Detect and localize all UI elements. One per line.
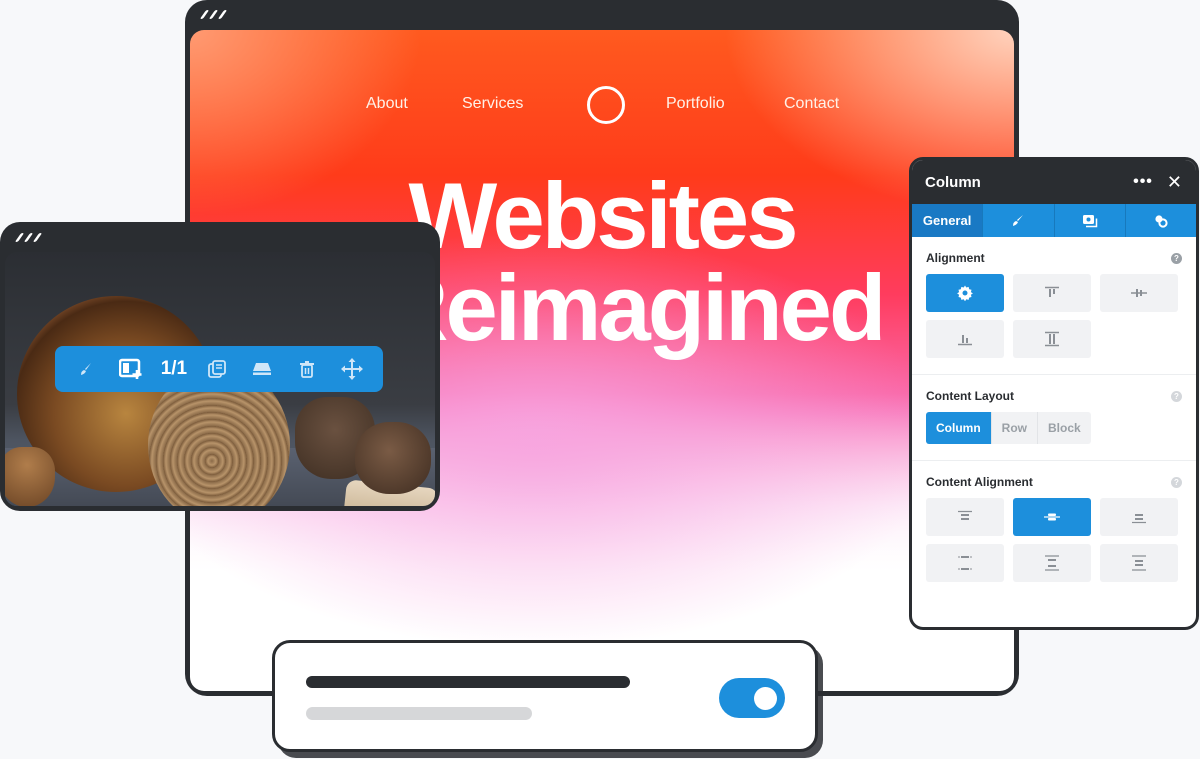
layout-column-button[interactable]: Column: [926, 412, 992, 444]
justify-space-between-icon: [1045, 555, 1059, 571]
align-bottom-icon: [958, 335, 972, 346]
nav-link-portfolio[interactable]: Portfolio: [666, 95, 725, 113]
content-alignment-section: Content Alignment ?: [912, 461, 1196, 598]
tab-style[interactable]: [983, 204, 1055, 237]
advanced-icon: [1155, 214, 1168, 228]
tab-general-label: General: [922, 213, 972, 228]
setting-toggle-card: [272, 640, 818, 752]
panel-title: Column: [925, 173, 981, 191]
nav-link-services[interactable]: Services: [462, 95, 523, 113]
nav-link-about[interactable]: About: [366, 95, 408, 113]
save-icon[interactable]: [247, 354, 277, 384]
content-align-space-around-button[interactable]: [926, 544, 1004, 582]
window-dots: [14, 233, 43, 242]
align-stretch-icon: [1045, 331, 1059, 347]
content-align-space-between-button[interactable]: [1013, 544, 1091, 582]
more-horizontal-icon[interactable]: •••: [1133, 173, 1153, 191]
alignment-bottom-button[interactable]: [926, 320, 1004, 358]
layout-block-button[interactable]: Block: [1038, 412, 1091, 444]
site-nav: About Services Portfolio Contact: [190, 85, 1014, 125]
alignment-title: Alignment: [926, 251, 985, 265]
setting-description-placeholder: [306, 707, 532, 720]
column-settings-panel: Column ••• ✕ General Alignment ? Content…: [909, 157, 1199, 630]
brush-icon[interactable]: [71, 354, 101, 384]
tab-background[interactable]: [1055, 204, 1126, 237]
gear-icon: [957, 285, 973, 301]
help-icon[interactable]: ?: [1171, 252, 1182, 264]
content-layout-segmented: Column Row Block: [926, 412, 1182, 444]
content-align-space-evenly-button[interactable]: [1100, 544, 1178, 582]
brush-icon: [1013, 214, 1024, 226]
move-icon[interactable]: [337, 354, 367, 384]
duplicate-icon[interactable]: [202, 354, 232, 384]
close-icon[interactable]: ✕: [1167, 172, 1182, 193]
column-ratio-label[interactable]: 1/1: [161, 358, 187, 380]
alignment-stretch-button[interactable]: [1013, 320, 1091, 358]
content-align-bottom-button[interactable]: [1100, 498, 1178, 536]
align-top-icon: [1045, 286, 1059, 297]
setting-title-placeholder: [306, 676, 630, 688]
content-layout-title: Content Layout: [926, 389, 1014, 403]
element-toolbar: 1/1: [55, 346, 383, 392]
content-alignment-title: Content Alignment: [926, 475, 1033, 489]
justify-bottom-icon: [1132, 514, 1146, 524]
content-align-top-button[interactable]: [926, 498, 1004, 536]
tab-general[interactable]: General: [912, 204, 984, 237]
align-center-icon: [1131, 289, 1147, 297]
image-stack-icon: [1082, 214, 1097, 227]
help-icon[interactable]: ?: [1171, 476, 1182, 488]
circle-logo-icon[interactable]: [587, 86, 625, 124]
panel-tabs: General: [912, 204, 1196, 237]
justify-top-icon: [958, 510, 972, 520]
alignment-top-button[interactable]: [1013, 274, 1091, 312]
hero-line-1: Websites: [408, 163, 799, 268]
tab-advanced[interactable]: [1126, 204, 1196, 237]
panel-header: Column ••• ✕: [912, 160, 1196, 204]
trash-icon[interactable]: [292, 354, 322, 384]
justify-space-around-icon: [958, 556, 972, 570]
setting-toggle-switch[interactable]: [719, 678, 785, 718]
content-align-center-button[interactable]: [1013, 498, 1091, 536]
image-coconut-bowl: [355, 422, 431, 494]
layout-row-button[interactable]: Row: [991, 412, 1039, 444]
nav-link-contact[interactable]: Contact: [784, 95, 839, 113]
content-layout-section: Content Layout ? Column Row Block: [912, 375, 1196, 461]
help-icon[interactable]: ?: [1171, 390, 1182, 402]
alignment-default-button[interactable]: [926, 274, 1004, 312]
window-dots: [199, 10, 228, 19]
alignment-section: Alignment ?: [912, 237, 1196, 375]
toggle-knob: [754, 687, 777, 710]
justify-space-evenly-icon: [1132, 555, 1146, 571]
image-small-bowl: [5, 447, 55, 506]
justify-center-icon: [1044, 513, 1060, 521]
alignment-center-button[interactable]: [1100, 274, 1178, 312]
add-column-icon[interactable]: [116, 354, 146, 384]
